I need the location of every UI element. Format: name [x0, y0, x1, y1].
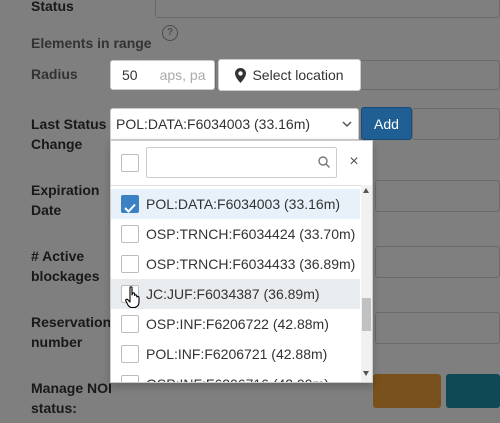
dropdown-search-input[interactable] [146, 147, 337, 178]
elements-in-range-heading: Elements in range [31, 35, 152, 51]
dropdown-header: × [111, 141, 372, 186]
scroll-up-arrow-icon[interactable] [363, 188, 369, 193]
select-all-checkbox[interactable] [121, 154, 139, 172]
scrollbar-thumb[interactable] [362, 298, 371, 331]
element-dropdown: × POL:DATA:F6034003 (33.16m) OSP:TRNCH:F… [110, 140, 373, 383]
option-label: POL:INF:F6206721 (42.88m) [146, 346, 328, 362]
dropdown-option[interactable]: JC:JUF:F6034387 (36.89m) [111, 279, 360, 309]
element-select-value: POL:DATA:F6034003 (33.16m) [116, 116, 311, 132]
dropdown-list: POL:DATA:F6034003 (33.16m) OSP:TRNCH:F60… [111, 189, 360, 382]
map-marker-icon [235, 67, 247, 83]
close-icon[interactable]: × [347, 154, 361, 170]
checkmark-icon [124, 203, 136, 213]
option-label: OSP:INF:F6206716 (42.99m) [146, 369, 329, 382]
scroll-down-arrow-icon[interactable] [363, 371, 369, 376]
dropdown-option[interactable]: POL:DATA:F6034003 (33.16m) [111, 189, 360, 219]
chevron-down-icon [342, 121, 352, 128]
select-location-label: Select location [252, 67, 344, 83]
option-label: JC:JUF:F6034387 (36.89m) [146, 286, 320, 302]
element-select[interactable]: POL:DATA:F6034003 (33.16m) [110, 108, 359, 140]
option-checkbox[interactable] [121, 195, 139, 213]
option-label: OSP:INF:F6206722 (42.88m) [146, 316, 329, 332]
option-checkbox[interactable] [121, 315, 139, 333]
option-checkbox[interactable] [121, 375, 139, 382]
radius-placeholder: aps, pa [159, 67, 206, 83]
dropdown-option[interactable]: POL:INF:F6206721 (42.88m) [111, 339, 360, 369]
option-checkbox[interactable] [121, 225, 139, 243]
dropdown-scrollbar[interactable] [361, 185, 372, 382]
option-checkbox[interactable] [121, 345, 139, 363]
option-label: OSP:TRNCH:F6034424 (33.70m) [146, 226, 356, 242]
dropdown-option[interactable]: OSP:INF:F6206716 (42.99m) [111, 369, 360, 382]
dropdown-option[interactable]: OSP:TRNCH:F6034424 (33.70m) [111, 219, 360, 249]
select-location-button[interactable]: Select location [218, 59, 361, 91]
dropdown-option[interactable]: OSP:INF:F6206722 (42.88m) [111, 309, 360, 339]
option-label: POL:DATA:F6034003 (33.16m) [146, 196, 341, 212]
option-label: OSP:TRNCH:F6034433 (36.89m) [146, 256, 356, 272]
radius-label: Radius [31, 66, 78, 82]
radius-input[interactable]: 50 aps, pa [110, 60, 215, 90]
hand-cursor-icon [125, 286, 140, 309]
add-button[interactable]: Add [361, 107, 412, 140]
dropdown-option[interactable]: OSP:TRNCH:F6034433 (36.89m) [111, 249, 360, 279]
search-icon [318, 156, 330, 168]
radius-value: 50 [122, 67, 138, 83]
option-checkbox[interactable] [121, 255, 139, 273]
